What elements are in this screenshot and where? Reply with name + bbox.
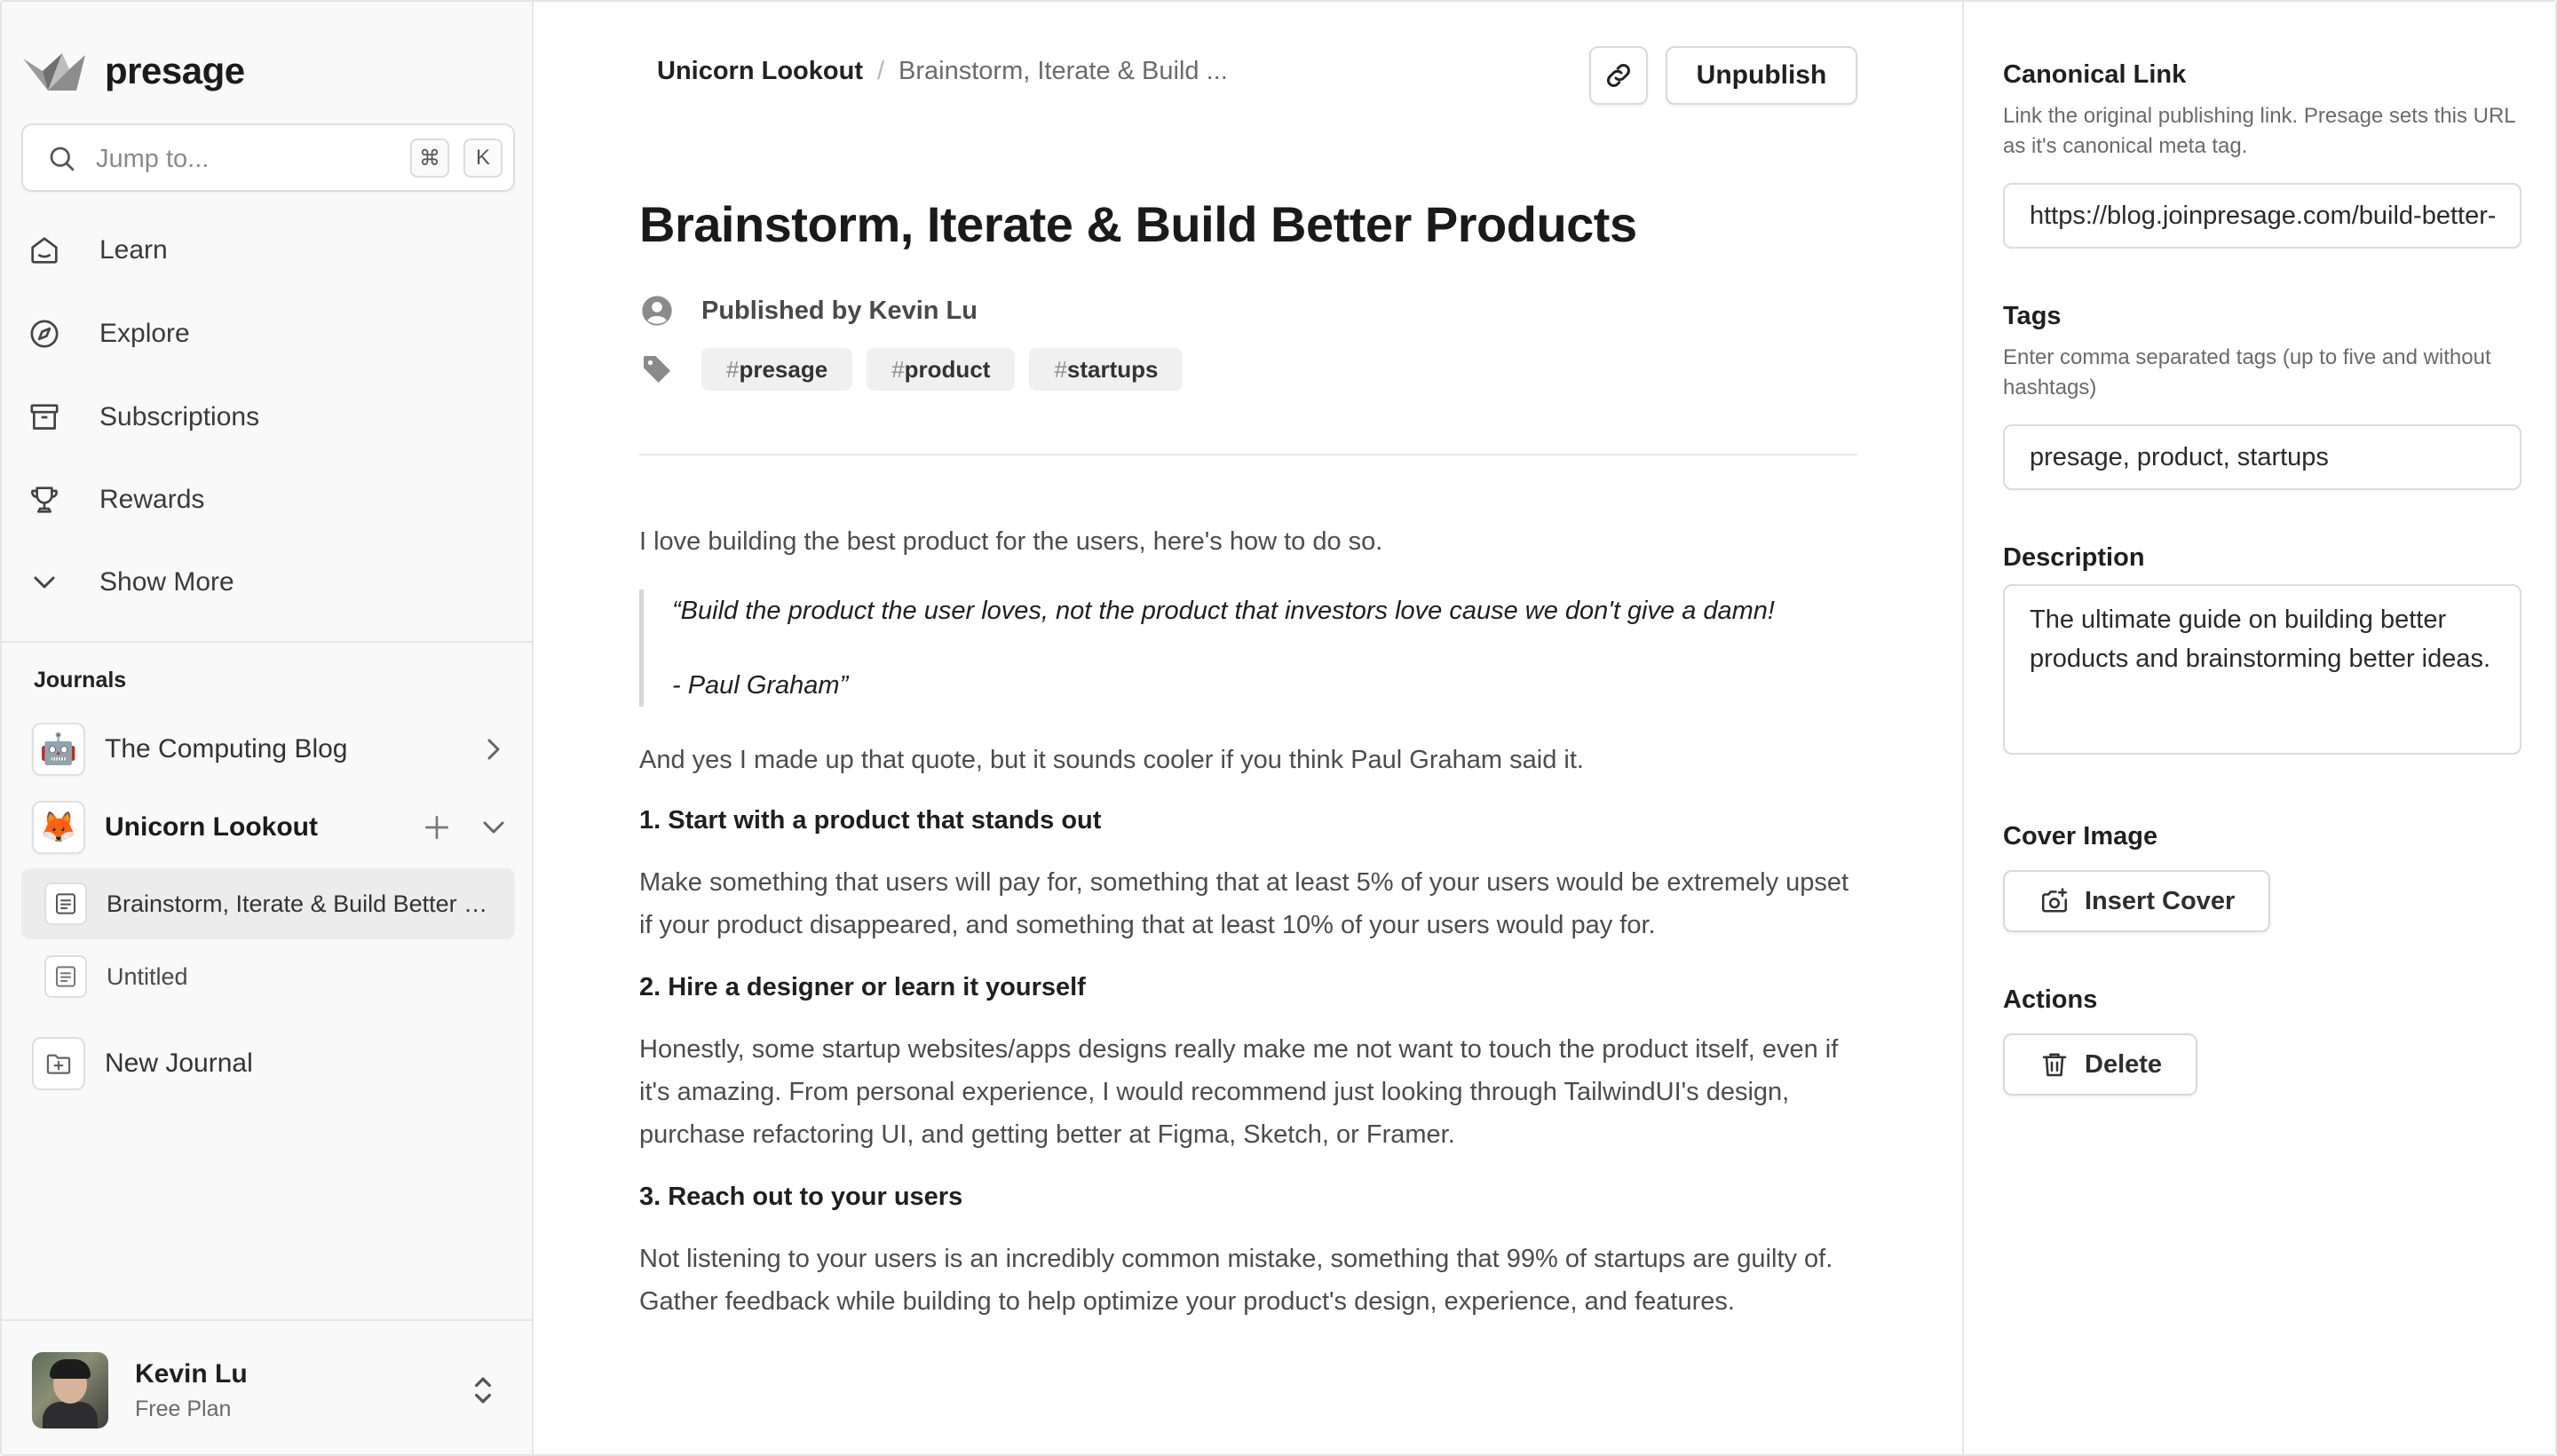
paragraph: Not listening to your users is an incred… [639, 1245, 1833, 1316]
insert-cover-label: Insert Cover [2085, 886, 2236, 915]
search-input[interactable] [96, 141, 362, 177]
delete-button[interactable]: Delete [2003, 1033, 2198, 1096]
fox-icon: 🦊 [32, 801, 85, 854]
tags-row: # presage # product # startups [639, 348, 1197, 391]
compass-icon [25, 314, 64, 353]
add-post-icon[interactable] [419, 810, 455, 845]
cover-image-label: Cover Image [2003, 822, 2158, 851]
shortcut-mod-key: ⌘ [410, 138, 449, 178]
nav-item-learn[interactable]: Learn [25, 218, 504, 282]
nav-label: Rewards [99, 485, 205, 514]
journals-heading: Journals [34, 668, 127, 692]
tag-list: # presage # product # startups [701, 348, 1197, 391]
divider [2, 1319, 532, 1321]
blockquote: “Build the product the user loves, not t… [639, 590, 1864, 707]
app-window: presage ⌘ K Learn Explore [0, 0, 2557, 1456]
folder-plus-icon [32, 1037, 85, 1090]
insert-cover-button[interactable]: Insert Cover [2003, 870, 2271, 932]
post-label: Brainstorm, Iterate & Build Better Produ… [107, 890, 497, 917]
user-plan: Free Plan [135, 1396, 232, 1421]
author-row: Published by Kevin Lu [639, 293, 978, 328]
paragraph: Honestly, some startup websites/apps des… [639, 1035, 1839, 1149]
nav-item-explore[interactable]: Explore [25, 302, 504, 366]
breadcrumb: Unicorn Lookout / Brainstorm, Iterate & … [657, 57, 1228, 86]
tag-icon [644, 356, 670, 383]
tag-chip[interactable]: # presage [701, 348, 853, 391]
nav-item-show-more[interactable]: Show More [25, 550, 504, 614]
search-icon [50, 146, 75, 171]
journal-computing-blog[interactable]: 🤖 The Computing Blog [32, 721, 511, 778]
new-journal-button[interactable]: New Journal [32, 1035, 253, 1092]
sidebar: presage ⌘ K Learn Explore [2, 2, 534, 1454]
canonical-link-help: Link the original publishing link. Presa… [2003, 104, 2515, 158]
quote-text: “Build the product the user loves, not t… [672, 597, 1775, 625]
paragraph: Make something that users will pay for, … [639, 868, 1849, 939]
delete-label: Delete [2085, 1049, 2163, 1079]
user-menu[interactable]: Kevin Lu Free Plan [32, 1351, 503, 1429]
trash-icon [2042, 1053, 2067, 1077]
nav-label: Show More [99, 567, 234, 597]
quote-attribution: - Paul Graham” [672, 671, 849, 700]
brand-name: presage [105, 50, 245, 91]
search-box[interactable]: ⌘ K [21, 123, 515, 192]
tags-label: Tags [2003, 302, 2062, 330]
breadcrumb-separator: / [876, 57, 885, 85]
journal-unicorn-lookout[interactable]: 🦊 Unicorn Lookout [32, 799, 511, 856]
chevron-down-icon[interactable] [476, 810, 511, 845]
shortcut-k-key: K [463, 138, 503, 178]
actions-label: Actions [2003, 985, 2098, 1014]
robot-icon: 🤖 [32, 723, 85, 776]
user-circle-icon [642, 296, 672, 326]
tag-chip[interactable]: # product [867, 348, 1016, 391]
post-item-brainstorm[interactable]: Brainstorm, Iterate & Build Better Produ… [21, 868, 515, 939]
camera-plus-icon [2041, 888, 2068, 913]
nav-label: Explore [99, 319, 190, 348]
new-journal-label: New Journal [105, 1048, 253, 1078]
user-name: Kevin Lu [135, 1358, 248, 1389]
archive-icon [25, 398, 64, 437]
breadcrumb-journal[interactable]: Unicorn Lookout [657, 57, 863, 86]
article-title[interactable]: Brainstorm, Iterate & Build Better Produ… [639, 195, 1637, 253]
description-label: Description [2003, 543, 2145, 572]
copy-link-button[interactable] [1589, 46, 1648, 105]
nav-item-subscriptions[interactable]: Subscriptions [25, 385, 504, 449]
divider [2, 641, 532, 643]
brand[interactable]: presage [21, 44, 245, 98]
unpublish-button[interactable]: Unpublish [1666, 46, 1857, 105]
editor: Unicorn Lookout / Brainstorm, Iterate & … [534, 2, 1962, 1454]
tag-chip[interactable]: # startups [1029, 348, 1184, 391]
journal-label: The Computing Blog [105, 734, 348, 764]
article-body[interactable]: I love building the best product for the… [639, 520, 1864, 1355]
document-icon [44, 955, 87, 998]
canonical-link-label: Canonical Link [2003, 60, 2187, 89]
post-item-untitled[interactable]: Untitled [21, 941, 515, 1012]
breadcrumb-current: Brainstorm, Iterate & Build ... [899, 57, 1228, 85]
chevron-right-icon[interactable] [476, 732, 511, 767]
journal-label: Unicorn Lookout [105, 812, 318, 842]
tags-input[interactable] [2003, 424, 2521, 490]
paragraph: I love building the best product for the… [639, 527, 1383, 556]
nav-item-rewards[interactable]: Rewards [25, 468, 504, 532]
trophy-icon [25, 480, 64, 519]
paragraph: And yes I made up that quote, but it sou… [639, 746, 1584, 774]
nav-label: Learn [99, 235, 168, 265]
settings-panel: Canonical Link Link the original publish… [1962, 2, 2555, 1454]
home-icon [25, 231, 64, 270]
avatar [32, 1352, 108, 1428]
canonical-link-input[interactable] [2003, 183, 2521, 249]
section-heading: 1. Start with a product that stands out [639, 806, 1102, 835]
section-heading: 2. Hire a designer or learn it yourself [639, 973, 1086, 1001]
link-icon [1607, 64, 1630, 87]
chevron-up-down-icon[interactable] [463, 1371, 503, 1410]
section-heading: 3. Reach out to your users [639, 1183, 963, 1211]
divider [639, 454, 1857, 455]
chevron-down-icon [25, 563, 64, 602]
post-label: Untitled [107, 962, 188, 990]
published-by: Published by Kevin Lu [701, 296, 978, 325]
nav-label: Subscriptions [99, 402, 260, 431]
tags-help: Enter comma separated tags (up to five a… [2003, 345, 2491, 400]
description-textarea[interactable]: The ultimate guide on building better pr… [2003, 584, 2521, 755]
presage-logo-icon [23, 53, 85, 91]
document-icon [44, 882, 87, 925]
